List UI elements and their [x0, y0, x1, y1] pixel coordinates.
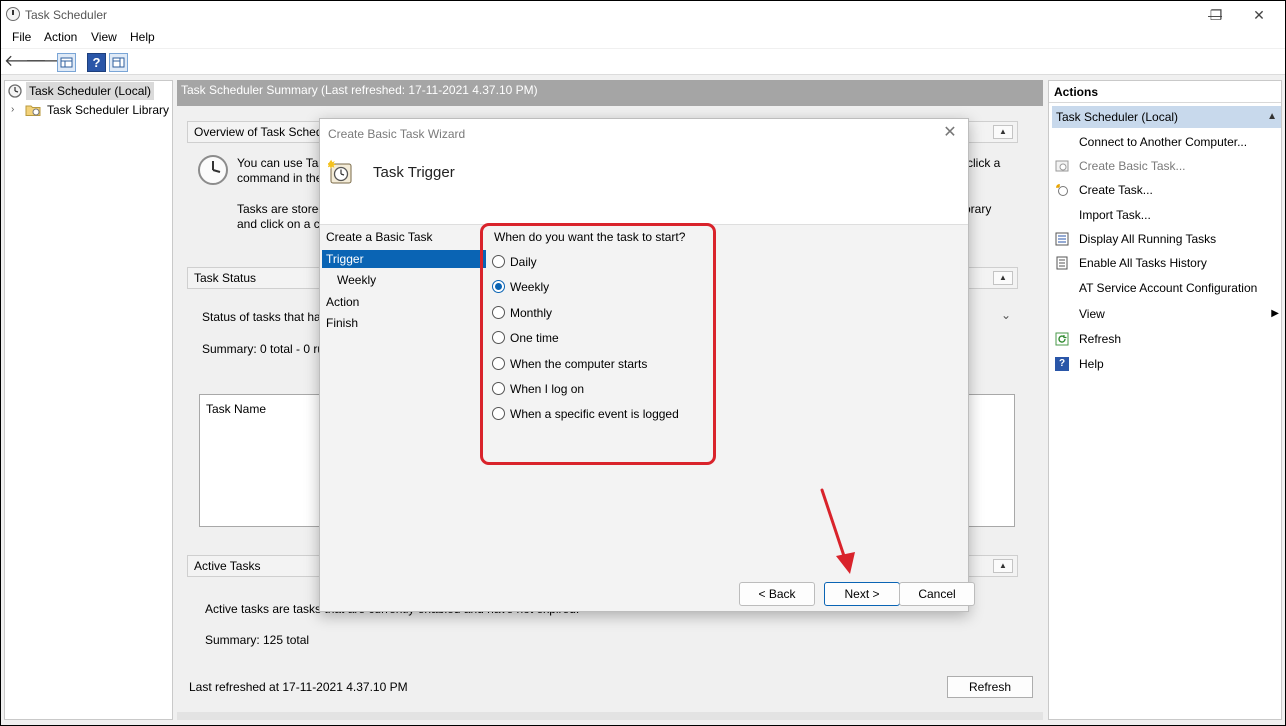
- wizard-step-create-basic-task[interactable]: Create a Basic Task: [322, 228, 486, 246]
- create-basic-task-icon: [1055, 160, 1069, 172]
- menu-view[interactable]: View: [91, 30, 117, 44]
- next-button[interactable]: Next >: [824, 582, 900, 606]
- overview-text: and click on a co: [237, 217, 327, 231]
- collapse-icon[interactable]: ▲: [1267, 106, 1277, 128]
- action-label: View: [1079, 307, 1105, 321]
- task-scheduler-window: Task Scheduler — ❐ ✕ File Action View He…: [1, 1, 1285, 725]
- tree-item-label: Task Scheduler (Local): [26, 82, 155, 100]
- action-label: Connect to Another Computer...: [1079, 135, 1248, 149]
- annotation-highlight-box: [480, 223, 716, 465]
- action-label: Create Task...: [1079, 183, 1153, 197]
- action-label: Import Task...: [1079, 208, 1151, 222]
- action-label: AT Service Account Configuration: [1079, 281, 1258, 295]
- task-status-title: Task Status: [194, 271, 257, 285]
- chevron-right-icon[interactable]: ›: [11, 101, 14, 119]
- console-tree: Task Scheduler (Local) › Task Scheduler …: [4, 80, 173, 720]
- maximize-button[interactable]: ❐: [1196, 5, 1236, 25]
- collapse-icon[interactable]: ▲: [993, 125, 1013, 139]
- collapse-icon[interactable]: ▲: [993, 559, 1013, 573]
- close-window-button[interactable]: ✕: [1239, 5, 1279, 25]
- overview-text: click a: [967, 156, 1001, 170]
- action-label: Refresh: [1079, 332, 1122, 346]
- clock-icon: [8, 84, 22, 98]
- refresh-icon: [1055, 332, 1069, 346]
- actions-title: Actions: [1049, 81, 1281, 103]
- overview-text: command in the: [237, 171, 323, 185]
- help-icon[interactable]: ?: [87, 53, 106, 72]
- window-title: Task Scheduler: [25, 8, 108, 22]
- running-tasks-icon: [1055, 232, 1069, 246]
- action-label: Create Basic Task...: [1079, 159, 1186, 173]
- show-action-pane-icon[interactable]: [109, 53, 128, 72]
- action-refresh[interactable]: Refresh: [1049, 329, 1281, 349]
- forward-arrow-icon[interactable]: 🡒: [25, 52, 68, 72]
- summary-header: Task Scheduler Summary (Last refreshed: …: [177, 80, 1043, 106]
- horizontal-scrollbar[interactable]: [177, 712, 1043, 720]
- column-header-task-name[interactable]: Task Name: [206, 402, 266, 416]
- back-arrow-icon[interactable]: 🡐: [4, 52, 47, 72]
- dialog-title: Create Basic Task Wizard: [328, 127, 466, 141]
- action-create-basic-task[interactable]: Create Basic Task...: [1049, 156, 1281, 176]
- back-button[interactable]: < Back: [739, 582, 815, 606]
- menu-file[interactable]: File: [12, 30, 31, 44]
- dialog-close-button[interactable]: ✕: [940, 123, 960, 143]
- action-help[interactable]: ? Help: [1049, 354, 1281, 374]
- last-refreshed-text: Last refreshed at 17-11-2021 4.37.10 PM: [189, 680, 408, 694]
- action-import-task[interactable]: Import Task...: [1049, 205, 1281, 225]
- create-basic-task-wizard-dialog: Create Basic Task Wizard ✕ Task Trigger …: [319, 118, 975, 612]
- actions-pane: Actions Task Scheduler (Local) ▲ Connect…: [1048, 80, 1282, 720]
- submenu-arrow-icon: ▶: [1271, 308, 1279, 319]
- help-icon: ?: [1055, 357, 1069, 371]
- overview-text: Tasks are stored i: [237, 202, 332, 216]
- action-label: Help: [1079, 357, 1104, 371]
- wizard-step-finish[interactable]: Finish: [322, 314, 486, 332]
- clock-icon: [6, 7, 20, 21]
- wizard-step-weekly[interactable]: Weekly: [322, 271, 486, 289]
- active-tasks-summary: Summary: 125 total: [205, 633, 310, 647]
- action-label: Display All Running Tasks: [1079, 232, 1217, 246]
- actions-section-header[interactable]: Task Scheduler (Local) ▲: [1052, 106, 1281, 128]
- cancel-button[interactable]: Cancel: [899, 582, 975, 606]
- wizard-step-trigger[interactable]: Trigger: [322, 250, 486, 268]
- task-status-summary: Summary: 0 total - 0 ru: [202, 342, 325, 356]
- action-enable-tasks-history[interactable]: Enable All Tasks History: [1049, 253, 1281, 273]
- tree-item-label: Task Scheduler Library: [47, 103, 170, 117]
- active-tasks-title: Active Tasks: [194, 559, 261, 573]
- wizard-step-action[interactable]: Action: [322, 293, 486, 311]
- dialog-header: Task Trigger: [320, 149, 968, 225]
- action-display-running-tasks[interactable]: Display All Running Tasks: [1049, 229, 1281, 249]
- menu-action[interactable]: Action: [44, 30, 77, 44]
- action-view[interactable]: View ▶: [1049, 304, 1281, 324]
- show-hide-console-tree-icon[interactable]: [57, 53, 76, 72]
- action-label: Enable All Tasks History: [1079, 256, 1207, 270]
- overview-text: You can use Task: [237, 156, 331, 170]
- action-at-service-account[interactable]: AT Service Account Configuration: [1049, 278, 1281, 298]
- collapse-icon[interactable]: ▲: [993, 271, 1013, 285]
- clock-icon: [198, 155, 228, 185]
- task-status-text: Status of tasks that have: [202, 310, 334, 324]
- action-connect-computer[interactable]: Connect to Another Computer...: [1049, 132, 1281, 152]
- dialog-title-bar: Create Basic Task Wizard ✕: [320, 119, 968, 149]
- chevron-down-icon[interactable]: ⌄: [1001, 308, 1011, 322]
- actions-section-label: Task Scheduler (Local): [1056, 110, 1179, 124]
- history-icon: [1056, 256, 1068, 270]
- toolbar: 🡐 🡒 ?: [1, 49, 1285, 75]
- title-bar: Task Scheduler — ❐ ✕: [1, 1, 1285, 28]
- action-create-task[interactable]: Create Task...: [1049, 180, 1281, 200]
- task-trigger-clock-icon: [328, 159, 352, 184]
- menu-help[interactable]: Help: [130, 30, 155, 44]
- menu-bar: File Action View Help: [1, 28, 1285, 48]
- create-task-icon: [1056, 184, 1068, 196]
- dialog-heading: Task Trigger: [373, 164, 455, 181]
- refresh-button[interactable]: Refresh: [947, 676, 1033, 698]
- folder-icon: [25, 105, 41, 116]
